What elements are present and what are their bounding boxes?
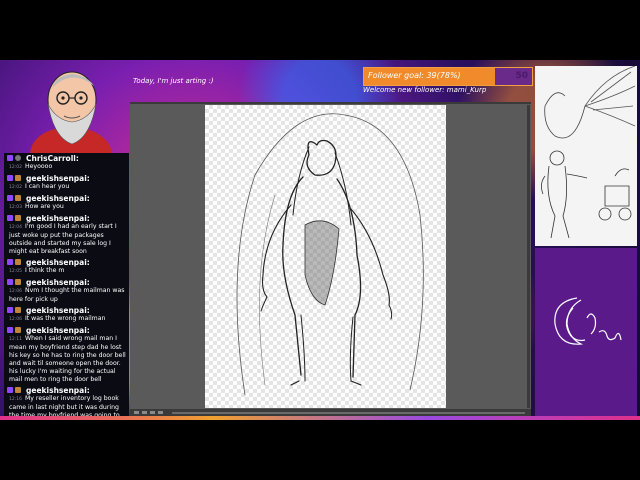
chat-text: It was the wrong mailman [24, 315, 106, 322]
chat-timestamp: 12:16 [9, 397, 22, 402]
chat-username[interactable]: geekishsenpai: [26, 174, 90, 183]
sub-icon [15, 215, 21, 221]
chat-message: geekishsenpai: 12:06 Nvm I thought the ma… [4, 277, 129, 305]
chat-username[interactable]: geekishsenpai: [26, 214, 90, 223]
sub-icon [15, 387, 21, 393]
chat-text: How are you [24, 203, 64, 210]
chat-username[interactable]: geekishsenpai: [26, 306, 90, 315]
chat-username[interactable]: geekishsenpai: [26, 278, 90, 287]
signature-logo [554, 297, 622, 345]
follower-goal-bar: Follower goal: 39(78%) 50 [363, 67, 533, 86]
sub-icon [15, 279, 21, 285]
chat-timestamp: 12:04 [9, 225, 22, 230]
chat-panel: ChrisCarroll: 12:02 Heyoooo geekishsenpai… [4, 153, 129, 416]
app-status-bar [130, 409, 531, 416]
follower-goal-label: Follower goal: 39(78%) [368, 71, 461, 80]
chat-timestamp: 12:05 [9, 269, 22, 274]
brand-panel [535, 248, 637, 418]
twitch-icon [7, 259, 13, 265]
chat-message: geekishsenpai: 12:02 I can hear you [4, 173, 129, 193]
chat-message: geekishsenpai: 12:16 My reseller inventor… [4, 385, 129, 416]
stream-caption: Today, I'm just arting :) [133, 77, 214, 85]
chat-message: geekishsenpai: 12:06 It was the wrong mai… [4, 305, 129, 325]
chat-message: geekishsenpai: 12:11 When I said wrong ma… [4, 325, 129, 385]
app-toolbar [130, 102, 531, 104]
status-icon[interactable] [158, 411, 163, 414]
status-icon[interactable] [142, 411, 147, 414]
follower-goal-target: 50 [515, 71, 528, 81]
status-icon[interactable] [134, 411, 139, 414]
chat-username[interactable]: ChrisCarroll: [26, 154, 79, 163]
chat-text: When I said wrong mail man I mean my boy… [9, 335, 126, 383]
chat-timestamp: 12:02 [9, 185, 22, 190]
chat-username[interactable]: geekishsenpai: [26, 326, 90, 335]
twitch-icon [7, 195, 13, 201]
chat-message: geekishsenpai: 12:05 I think the m [4, 257, 129, 277]
bottom-frame [0, 416, 640, 420]
sub-icon [15, 259, 21, 265]
sub-icon [15, 195, 21, 201]
chat-text: Heyoooo [24, 163, 53, 170]
twitch-icon [7, 279, 13, 285]
chat-text: Nvm I thought the mailman was here for p… [9, 287, 125, 303]
twitch-icon [7, 155, 13, 161]
chat-message: geekishsenpai: 12:04 I'm good I had an ea… [4, 213, 129, 257]
chat-text: I'm good I had an early start I just wok… [9, 223, 117, 255]
twitch-icon [7, 387, 13, 393]
chat-timestamp: 12:11 [9, 337, 22, 342]
chat-message: ChrisCarroll: 12:02 Heyoooo [4, 153, 129, 173]
sub-icon [15, 327, 21, 333]
drawing-app-window [130, 102, 531, 416]
sub-icon [15, 175, 21, 181]
chat-username[interactable]: geekishsenpai: [26, 258, 90, 267]
chat-timestamp: 12:06 [9, 289, 22, 294]
mod-icon [15, 155, 21, 161]
drawing-canvas[interactable] [205, 105, 446, 408]
chat-message: geekishsenpai: 12:03 How are you [4, 193, 129, 213]
chat-text: I can hear you [24, 183, 70, 190]
reference-image [535, 65, 637, 246]
chat-timestamp: 12:02 [9, 165, 22, 170]
vertical-scrollbar[interactable] [527, 105, 530, 408]
chat-text: I think the m [24, 267, 65, 274]
horizontal-scrollbar[interactable] [172, 411, 525, 414]
chat-timestamp: 12:03 [9, 205, 22, 210]
chat-username[interactable]: geekishsenpai: [26, 194, 90, 203]
chat-username[interactable]: geekishsenpai: [26, 386, 90, 395]
sub-icon [15, 307, 21, 313]
twitch-icon [7, 307, 13, 313]
new-follower-alert: Welcome new follower: mami_Kurp [363, 86, 487, 94]
status-icon[interactable] [150, 411, 155, 414]
streamer-avatar [8, 60, 128, 153]
chat-text: My reseller inventory log book came in l… [9, 395, 120, 416]
twitch-icon [7, 215, 13, 221]
twitch-icon [7, 175, 13, 181]
chat-timestamp: 12:06 [9, 317, 22, 322]
twitch-icon [7, 327, 13, 333]
